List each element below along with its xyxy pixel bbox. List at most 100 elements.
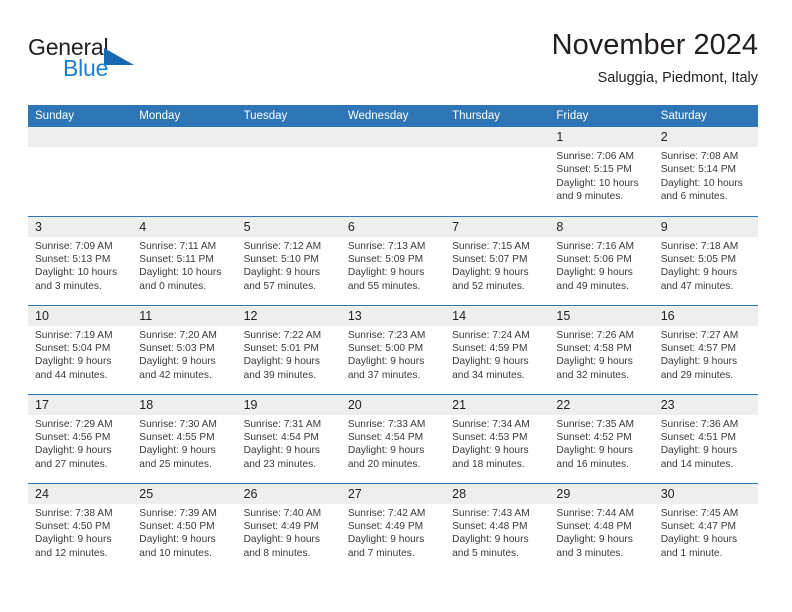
day-details — [28, 147, 132, 150]
day-cell-inner: 11 Sunrise: 7:20 AM Sunset: 5:03 PM Dayligh… — [132, 305, 237, 394]
daylight-duration: Daylight: 9 hours and 7 minutes. — [347, 534, 425, 559]
daylight-duration: Daylight: 10 hours and 3 minutes. — [35, 267, 118, 292]
daylight-duration: Daylight: 9 hours and 34 minutes. — [452, 356, 529, 381]
calendar-day-cell[interactable]: 11 Sunrise: 7:20 AM Sunset: 5:03 PM Dayligh… — [132, 304, 237, 394]
day-details: Sunrise: 7:44 AM Sunset: 4:48 PM Daylight:… — [549, 504, 653, 561]
calendar-day-cell[interactable]: 7 Sunrise: 7:15 AM Sunset: 5:07 PM Daylight… — [445, 215, 550, 305]
day-details: Sunrise: 7:09 AM Sunset: 5:13 PM Daylight:… — [28, 237, 132, 294]
sunset-time: Sunset: 4:53 PM — [452, 431, 528, 443]
sunrise-time: Sunrise: 7:29 AM — [35, 418, 113, 430]
calendar-day-cell-empty — [340, 127, 446, 216]
day-details: Sunrise: 7:13 AM Sunset: 5:09 PM Daylight:… — [341, 237, 445, 294]
sunset-time: Sunset: 4:50 PM — [139, 520, 215, 532]
calendar-day-cell[interactable]: 27 Sunrise: 7:42 AM Sunset: 4:49 PM Dayligh… — [340, 482, 446, 572]
daylight-duration: Daylight: 10 hours and 0 minutes. — [139, 267, 222, 292]
calendar-day-cell[interactable]: 4 Sunrise: 7:11 AM Sunset: 5:11 PM Daylight… — [132, 215, 237, 305]
calendar-day-cell[interactable]: 5 Sunrise: 7:12 AM Sunset: 5:10 PM Daylight… — [236, 215, 341, 305]
calendar-day-cell[interactable]: 1 Sunrise: 7:06 AM Sunset: 5:15 PM Daylight… — [549, 127, 654, 216]
calendar-day-cell[interactable]: 22 Sunrise: 7:35 AM Sunset: 4:52 PM Dayligh… — [549, 393, 654, 483]
brand-name-blue: Blue — [63, 55, 109, 81]
sunrise-time: Sunrise: 7:09 AM — [35, 240, 113, 252]
day-number — [28, 127, 133, 147]
calendar-week-row: 1 Sunrise: 7:06 AM Sunset: 5:15 PM Daylight… — [28, 127, 758, 216]
sunset-time: Sunset: 5:01 PM — [243, 342, 319, 354]
day-number: 17 — [28, 394, 133, 415]
daylight-duration: Daylight: 9 hours and 55 minutes. — [347, 267, 425, 292]
sunrise-time: Sunrise: 7:44 AM — [556, 507, 634, 519]
calendar-day-cell[interactable]: 30 Sunrise: 7:45 AM Sunset: 4:47 PM Dayligh… — [653, 482, 758, 572]
calendar-day-cell[interactable]: 18 Sunrise: 7:30 AM Sunset: 4:55 PM Dayligh… — [132, 393, 237, 483]
daylight-duration: Daylight: 9 hours and 1 minute. — [660, 534, 738, 559]
calendar-day-cell[interactable]: 6 Sunrise: 7:13 AM Sunset: 5:09 PM Daylight… — [340, 215, 446, 305]
sunset-time: Sunset: 4:52 PM — [556, 431, 632, 443]
weekday-header-monday: Monday — [132, 105, 237, 127]
day-cell-inner: 15 Sunrise: 7:26 AM Sunset: 4:58 PM Dayligh… — [549, 305, 654, 394]
day-details: Sunrise: 7:08 AM Sunset: 5:14 PM Daylight:… — [654, 147, 758, 204]
day-cell-inner: 3 Sunrise: 7:09 AM Sunset: 5:13 PM Daylight… — [28, 216, 133, 305]
calendar-day-cell[interactable]: 24 Sunrise: 7:38 AM Sunset: 4:50 PM Dayligh… — [28, 482, 133, 573]
calendar-week-row: 24 Sunrise: 7:38 AM Sunset: 4:50 PM Dayligh… — [28, 482, 758, 573]
daylight-duration: Daylight: 9 hours and 10 minutes. — [139, 534, 216, 559]
calendar-day-cell[interactable]: 23 Sunrise: 7:36 AM Sunset: 4:51 PM Dayligh… — [653, 393, 758, 483]
calendar-day-cell[interactable]: 16 Sunrise: 7:27 AM Sunset: 4:57 PM Dayligh… — [653, 304, 758, 394]
sunset-time: Sunset: 5:07 PM — [452, 253, 528, 265]
calendar-day-cell[interactable]: 25 Sunrise: 7:39 AM Sunset: 4:50 PM Dayligh… — [132, 482, 237, 572]
calendar-day-cell[interactable]: 20 Sunrise: 7:33 AM Sunset: 4:54 PM Dayligh… — [340, 393, 446, 483]
day-details: Sunrise: 7:22 AM Sunset: 5:01 PM Daylight:… — [237, 326, 341, 383]
day-details: Sunrise: 7:06 AM Sunset: 5:15 PM Daylight:… — [549, 147, 653, 204]
day-cell-inner: 24 Sunrise: 7:38 AM Sunset: 4:50 PM Dayligh… — [28, 483, 133, 573]
calendar-day-cell[interactable]: 29 Sunrise: 7:44 AM Sunset: 4:48 PM Dayligh… — [549, 482, 654, 572]
day-cell-inner: 5 Sunrise: 7:12 AM Sunset: 5:10 PM Daylight… — [236, 216, 341, 305]
sunset-time: Sunset: 4:49 PM — [347, 520, 424, 532]
calendar-day-cell[interactable]: 2 Sunrise: 7:08 AM Sunset: 5:14 PM Daylight… — [653, 127, 758, 216]
weekday-header-saturday: Saturday — [653, 105, 758, 127]
day-cell-inner — [445, 127, 550, 216]
day-cell-inner: 26 Sunrise: 7:40 AM Sunset: 4:49 PM Dayligh… — [236, 483, 341, 573]
day-cell-inner: 18 Sunrise: 7:30 AM Sunset: 4:55 PM Dayligh… — [132, 394, 237, 483]
sunrise-time: Sunrise: 7:13 AM — [347, 240, 426, 252]
page-masthead: General Blue November 2024 Saluggia, Pie… — [28, 28, 758, 94]
calendar-day-cell[interactable]: 14 Sunrise: 7:24 AM Sunset: 4:59 PM Dayligh… — [445, 304, 550, 394]
day-number: 29 — [549, 483, 654, 504]
sunset-time: Sunset: 4:56 PM — [35, 431, 111, 443]
day-cell-inner: 22 Sunrise: 7:35 AM Sunset: 4:52 PM Dayligh… — [549, 394, 654, 483]
sunrise-time: Sunrise: 7:36 AM — [660, 418, 739, 430]
calendar-day-cell[interactable]: 9 Sunrise: 7:18 AM Sunset: 5:05 PM Daylight… — [653, 215, 758, 305]
calendar-day-cell[interactable]: 28 Sunrise: 7:43 AM Sunset: 4:48 PM Dayligh… — [445, 482, 550, 572]
daylight-duration: Daylight: 9 hours and 23 minutes. — [243, 445, 321, 470]
sunrise-time: Sunrise: 7:24 AM — [452, 329, 530, 341]
day-details: Sunrise: 7:43 AM Sunset: 4:48 PM Daylight:… — [445, 504, 549, 561]
calendar-week-row: 3 Sunrise: 7:09 AM Sunset: 5:13 PM Daylight… — [28, 215, 758, 305]
calendar-day-cell[interactable]: 3 Sunrise: 7:09 AM Sunset: 5:13 PM Daylight… — [28, 215, 133, 305]
day-cell-inner: 10 Sunrise: 7:19 AM Sunset: 5:04 PM Dayligh… — [28, 305, 133, 394]
sunrise-time: Sunrise: 7:16 AM — [556, 240, 634, 252]
day-cell-inner — [340, 127, 446, 216]
calendar-day-cell[interactable]: 21 Sunrise: 7:34 AM Sunset: 4:53 PM Dayligh… — [445, 393, 550, 483]
calendar-day-cell[interactable]: 17 Sunrise: 7:29 AM Sunset: 4:56 PM Dayligh… — [28, 393, 133, 483]
day-cell-inner: 16 Sunrise: 7:27 AM Sunset: 4:57 PM Dayligh… — [653, 305, 758, 394]
calendar-day-cell[interactable]: 26 Sunrise: 7:40 AM Sunset: 4:49 PM Dayligh… — [236, 482, 341, 573]
calendar-day-cell[interactable]: 13 Sunrise: 7:23 AM Sunset: 5:00 PM Dayligh… — [340, 304, 446, 394]
daylight-duration: Daylight: 9 hours and 16 minutes. — [556, 445, 633, 470]
sunset-time: Sunset: 4:57 PM — [660, 342, 737, 354]
calendar-page: General Blue November 2024 Saluggia, Pie… — [0, 0, 792, 612]
calendar-day-cell[interactable]: 12 Sunrise: 7:22 AM Sunset: 5:01 PM Dayligh… — [236, 304, 341, 394]
day-details — [445, 147, 549, 150]
day-details: Sunrise: 7:40 AM Sunset: 4:49 PM Daylight:… — [237, 504, 341, 561]
sunrise-time: Sunrise: 7:26 AM — [556, 329, 634, 341]
day-details: Sunrise: 7:31 AM Sunset: 4:54 PM Daylight:… — [237, 415, 341, 472]
day-cell-inner: 2 Sunrise: 7:08 AM Sunset: 5:14 PM Daylight… — [653, 127, 758, 216]
calendar-day-cell[interactable]: 10 Sunrise: 7:19 AM Sunset: 5:04 PM Dayligh… — [28, 304, 133, 394]
brand-logo[interactable]: General Blue — [28, 34, 208, 86]
sunrise-time: Sunrise: 7:38 AM — [35, 507, 113, 519]
sunrise-time: Sunrise: 7:43 AM — [452, 507, 530, 519]
calendar-day-cell[interactable]: 8 Sunrise: 7:16 AM Sunset: 5:06 PM Daylight… — [549, 215, 654, 305]
calendar-day-cell[interactable]: 19 Sunrise: 7:31 AM Sunset: 4:54 PM Dayligh… — [236, 393, 341, 483]
sunrise-time: Sunrise: 7:12 AM — [243, 240, 322, 252]
day-details: Sunrise: 7:18 AM Sunset: 5:05 PM Daylight:… — [654, 237, 758, 294]
day-number: 1 — [549, 127, 654, 147]
sunset-time: Sunset: 4:48 PM — [452, 520, 528, 532]
calendar-day-cell[interactable]: 15 Sunrise: 7:26 AM Sunset: 4:58 PM Dayligh… — [549, 304, 654, 394]
sunrise-time: Sunrise: 7:15 AM — [452, 240, 530, 252]
day-details: Sunrise: 7:27 AM Sunset: 4:57 PM Daylight:… — [654, 326, 758, 383]
